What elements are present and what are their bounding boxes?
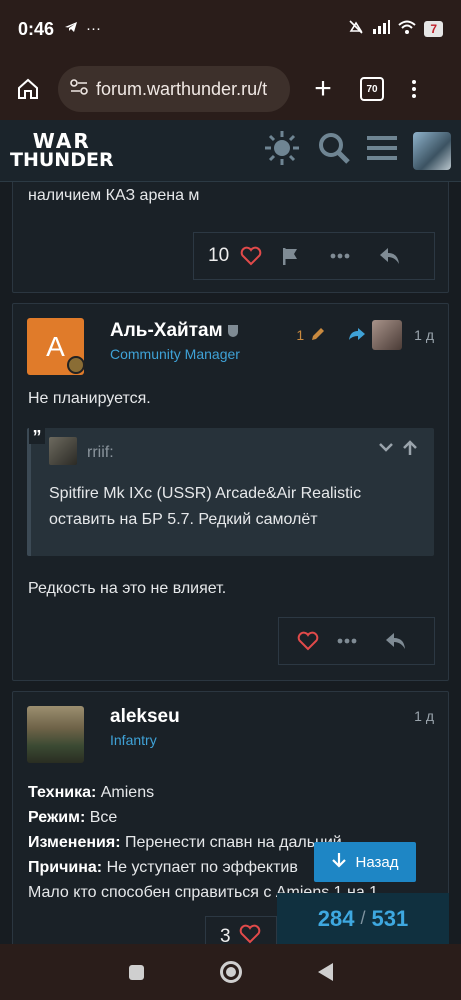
flag-icon[interactable] [265, 246, 315, 266]
heart-icon[interactable] [293, 631, 322, 651]
reply-icon[interactable] [365, 247, 415, 265]
quote-avatar [49, 437, 77, 465]
reply-icon[interactable] [371, 632, 420, 650]
topic-stream: наличием КАЗ арена м 10 A Аль-Хайтам Com… [0, 182, 461, 944]
more-icon: ··· [86, 20, 102, 37]
post-date[interactable]: 1 д [414, 327, 434, 343]
progress-separator: / [360, 908, 366, 928]
spec-line: Техника: Amiens [28, 784, 155, 801]
moderator-shield-icon [227, 324, 238, 337]
post-meta: 1 1 д [296, 320, 434, 350]
spec-line: Режим: Все [28, 809, 118, 826]
browser-toolbar: forum.warthunder.ru/t + 70 [0, 58, 461, 120]
more-icon[interactable] [315, 253, 365, 259]
post-text: Не планируется. [28, 390, 151, 407]
like-count[interactable]: 10 [208, 245, 229, 267]
post-text: наличием КАЗ арена м [28, 187, 200, 204]
edit-count[interactable]: 1 [296, 327, 304, 343]
reply-to-icon[interactable] [348, 327, 366, 344]
back-button-label: Назад [355, 853, 399, 871]
post-actions: 10 [193, 232, 435, 280]
tab-count-button[interactable]: 70 [360, 77, 384, 101]
avatar[interactable] [27, 706, 84, 763]
wifi-icon [398, 20, 416, 38]
system-nav-bar [0, 944, 461, 1000]
home-nav-icon[interactable] [219, 961, 242, 983]
post-username[interactable]: alekseu [110, 706, 180, 728]
home-icon[interactable] [12, 73, 44, 105]
arrow-down-icon [331, 852, 346, 872]
url-text: forum.warthunder.ru/t [96, 78, 268, 99]
status-bar: 0:46 ··· 7 [0, 0, 461, 58]
post: A Аль-Хайтам Community Manager 1 1 д Не … [12, 303, 449, 681]
war-thunder-logo[interactable]: WAR THUNDER [10, 131, 114, 170]
site-header: WAR THUNDER [0, 120, 461, 182]
expand-quote-icon[interactable] [378, 440, 394, 461]
progress-current: 284 [317, 905, 355, 931]
recents-icon[interactable] [128, 964, 144, 980]
url-bar[interactable]: forum.warthunder.ru/t [58, 66, 290, 112]
more-icon[interactable] [322, 638, 371, 644]
post-text: Редкость на это не влияет. [28, 580, 227, 597]
back-nav-icon[interactable] [317, 963, 333, 981]
reply-to-avatar[interactable] [372, 320, 403, 350]
go-to-quoted-post-icon[interactable] [402, 440, 418, 461]
pencil-icon[interactable] [310, 326, 326, 345]
hamburger-menu-icon[interactable] [367, 134, 397, 167]
user-badge-icon [67, 356, 85, 374]
signal-icon [372, 20, 391, 38]
post-username[interactable]: Аль-Хайтам [110, 320, 238, 342]
post-actions [278, 617, 435, 665]
search-icon[interactable] [317, 131, 351, 170]
topic-progress[interactable]: 284 / 531 [277, 893, 449, 944]
post: наличием КАЗ арена м 10 [12, 182, 449, 293]
browser-menu-icon[interactable] [412, 80, 416, 98]
user-title: Community Manager [110, 346, 240, 362]
progress-total: 531 [371, 905, 409, 931]
theme-toggle-icon[interactable] [263, 129, 301, 172]
quote-block: ” rriif: Spitfire Mk IXc (USSR) Arcade&A… [27, 428, 434, 556]
user-avatar[interactable] [413, 131, 451, 170]
back-button[interactable]: Назад [314, 842, 416, 882]
telegram-icon [64, 20, 78, 38]
post-date[interactable]: 1 д [414, 708, 434, 724]
new-tab-icon[interactable]: + [308, 74, 338, 104]
status-time: 0:46 [18, 18, 55, 39]
mute-icon [348, 19, 364, 39]
quote-icon: ” [29, 428, 45, 446]
quote-author[interactable]: rriif: [87, 444, 114, 462]
user-title: Infantry [110, 732, 157, 748]
heart-icon[interactable] [237, 246, 265, 266]
site-settings-icon[interactable] [70, 78, 88, 100]
quote-text: Spitfire Mk IXc (USSR) Arcade&Air Realis… [49, 485, 362, 528]
battery-indicator: 7 [424, 21, 443, 37]
